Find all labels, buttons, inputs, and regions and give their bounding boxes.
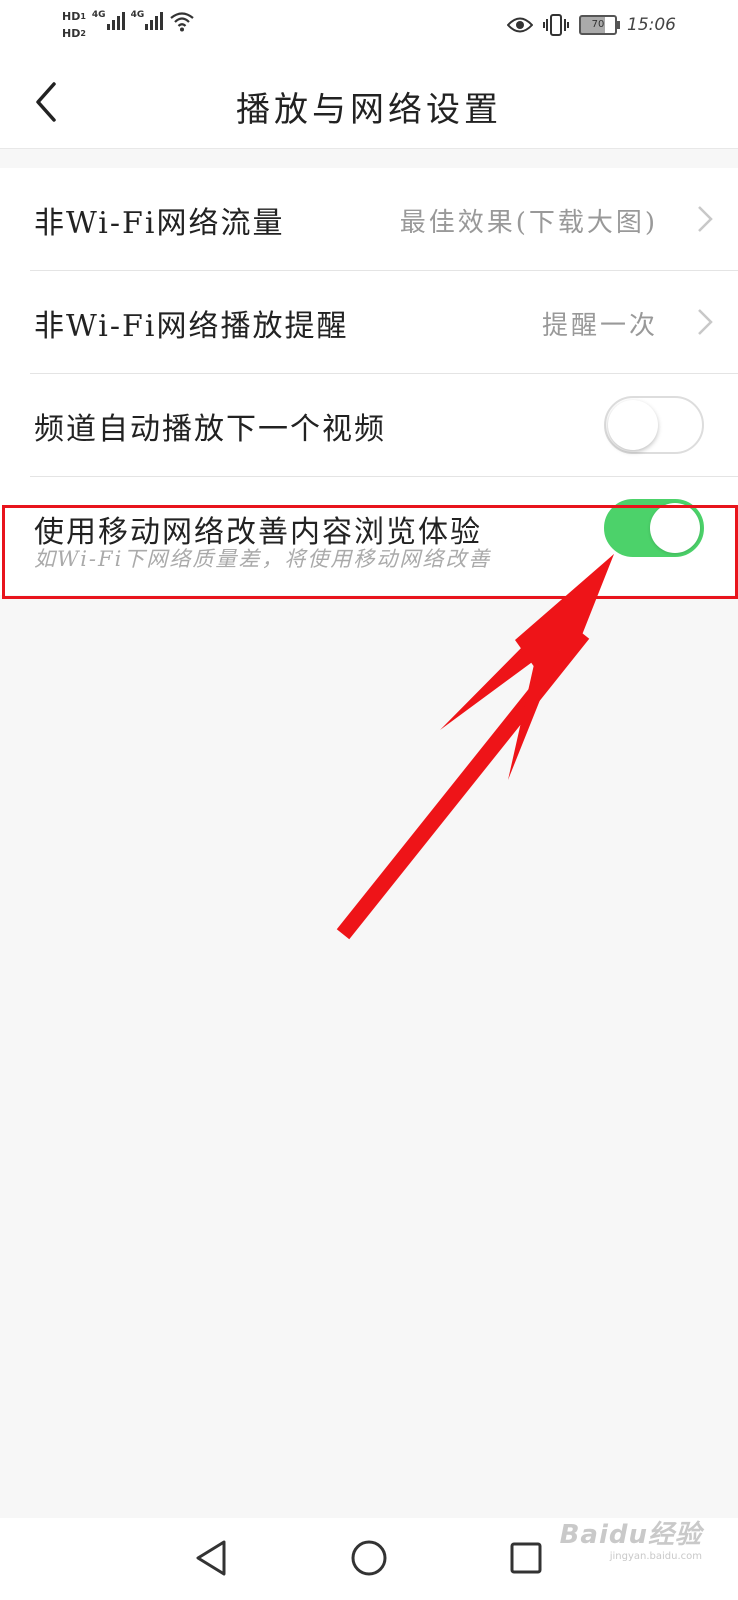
clock: 15:06 <box>627 15 676 35</box>
settings-list: 非Wi-Fi网络流量 最佳效果(下载大图) 非Wi-Fi网络播放提醒 提醒一次 … <box>0 168 738 595</box>
home-circle-icon[interactable] <box>347 1536 391 1580</box>
sim1-signal: 4G <box>92 10 125 30</box>
setting-value: 提醒一次 <box>541 311 658 341</box>
watermark: Baidu经验 jingyan.baidu.com <box>560 1514 702 1562</box>
recents-square-icon[interactable] <box>504 1536 548 1580</box>
setting-value: 最佳效果(下载大图) <box>399 208 658 238</box>
status-bar: HD1 HD2 4G 4G 70 15:06 <box>0 0 738 58</box>
toggle-knob <box>608 400 658 450</box>
watermark-url: jingyan.baidu.com <box>609 1551 702 1562</box>
battery-icon: 70 <box>579 15 620 35</box>
setting-autoplay-next-video: 频道自动播放下一个视频 <box>30 374 738 477</box>
sim2-signal: 4G <box>131 10 164 30</box>
status-left: HD1 HD2 4G 4G <box>62 10 195 40</box>
toggle-knob <box>650 503 700 553</box>
wifi-icon <box>170 12 194 32</box>
autoplay-toggle[interactable] <box>604 396 704 454</box>
setting-non-wifi-play-reminder[interactable]: 非Wi-Fi网络播放提醒 提醒一次 <box>30 271 738 374</box>
setting-label: 频道自动播放下一个视频 <box>34 412 386 447</box>
app-header: 播放与网络设置 <box>0 58 738 149</box>
chevron-right-icon <box>698 206 713 232</box>
signal-icon <box>145 10 164 30</box>
sim1-network-type: 4G <box>91 10 106 20</box>
watermark-logo: Baidu经验 <box>559 1520 702 1550</box>
page-title: 播放与网络设置 <box>236 90 502 130</box>
setting-non-wifi-traffic[interactable]: 非Wi-Fi网络流量 最佳效果(下载大图) <box>30 168 738 271</box>
setting-label: 非Wi-Fi网络流量 <box>34 206 285 241</box>
hd1-indicator: HD1 <box>62 10 86 23</box>
setting-mobile-network-improve: 使用移动网络改善内容浏览体验 如Wi-Fi下网络质量差，将使用移动网络改善 <box>30 477 738 595</box>
hd-indicators: HD1 HD2 <box>62 10 86 40</box>
chevron-right-icon <box>698 309 713 335</box>
back-triangle-icon[interactable] <box>190 1536 234 1580</box>
status-right: 70 15:06 <box>507 14 676 36</box>
mobile-network-toggle[interactable] <box>604 499 704 557</box>
setting-description: 如Wi-Fi下网络质量差，将使用移动网络改善 <box>34 547 492 571</box>
hd2-indicator: HD2 <box>62 27 86 40</box>
sim2-network-type: 4G <box>130 10 145 20</box>
eye-icon <box>507 17 533 33</box>
signal-icon <box>106 10 125 30</box>
vibrate-icon <box>543 14 569 36</box>
setting-label: 非Wi-Fi网络播放提醒 <box>34 309 349 344</box>
